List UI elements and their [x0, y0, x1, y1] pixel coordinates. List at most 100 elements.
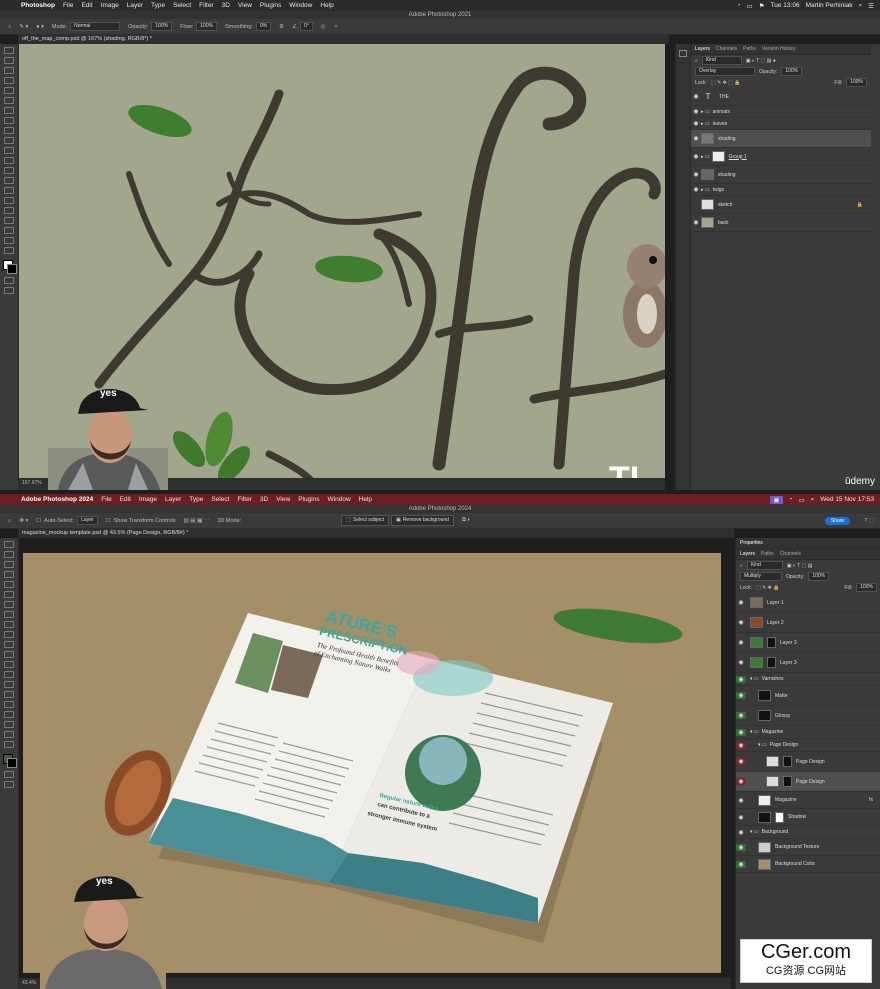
eraser-tool-icon[interactable]	[4, 651, 14, 658]
eye-icon[interactable]: ◉	[736, 758, 746, 765]
menu-select[interactable]: Select	[173, 2, 191, 9]
menu-filter[interactable]: Filter	[199, 2, 213, 9]
marquee-tool-icon[interactable]	[4, 551, 14, 558]
menu-plugins[interactable]: Plugins	[298, 496, 319, 503]
layer-opacity-field[interactable]: 100%	[808, 572, 830, 581]
pen-tool-icon[interactable]	[4, 691, 14, 698]
layer-row[interactable]: ◉ Background Texture	[736, 839, 880, 856]
layer-row[interactable]: ◉ Shadow	[736, 809, 880, 826]
search-icon[interactable]: ⌕	[859, 2, 863, 10]
history-brush-icon[interactable]	[4, 147, 14, 154]
magic-wand-tool-icon[interactable]	[4, 77, 14, 84]
brush-tool-icon[interactable]	[4, 621, 14, 628]
home-icon[interactable]: ⌂	[8, 518, 11, 524]
layer-group-row[interactable]: ◉ ▾ ▭ Magazine	[736, 726, 880, 739]
document-tab[interactable]: off_the_map_comp.psd @ 167% (shading, RG…	[18, 34, 669, 44]
screen-mode-icon[interactable]	[4, 781, 14, 788]
eyedropper-tool-icon[interactable]	[4, 107, 14, 114]
object-select-tool-icon[interactable]	[4, 571, 14, 578]
layer-row[interactable]: ◉ ▸ ▭ leaves	[691, 118, 871, 130]
filter-icons[interactable]: ▣ ◐ T ⬚ ▤	[787, 563, 813, 569]
select-subject-button[interactable]: ⬚ Select subject	[341, 515, 390, 526]
tab-layers[interactable]: Layers	[695, 46, 710, 52]
layer-row[interactable]: ◉ shading	[691, 166, 871, 184]
wifi-icon[interactable]: ◔	[737, 2, 741, 9]
quick-mask-icon[interactable]	[4, 277, 14, 284]
layer-row[interactable]: ◉ Matte	[736, 686, 880, 706]
tab-paths[interactable]: Paths	[761, 551, 774, 557]
menu-file[interactable]: File	[101, 496, 111, 503]
eye-icon[interactable]: ◉	[691, 219, 701, 226]
healing-tool-icon[interactable]	[4, 611, 14, 618]
share-button[interactable]: Share	[824, 516, 851, 525]
brush-tool-icon[interactable]	[4, 127, 14, 134]
screen-share-icon[interactable]: ▣	[770, 495, 783, 504]
clock[interactable]: Wed 15 Nov 17:53	[820, 496, 874, 503]
lasso-tool-icon[interactable]	[4, 67, 14, 74]
home-icon[interactable]: ⌂	[8, 24, 11, 30]
layer-fill-field[interactable]: 100%	[846, 78, 867, 87]
eye-icon[interactable]: ◉	[691, 153, 701, 160]
brush-size-icon[interactable]: ● ▾	[36, 24, 44, 30]
path-select-tool-icon[interactable]	[4, 711, 14, 718]
mode-select[interactable]: Normal	[70, 22, 121, 31]
layer-group-row[interactable]: ◉ ▾ ▭ Page Design	[736, 739, 880, 752]
eye-icon[interactable]: ◉	[736, 639, 746, 646]
zoom-status[interactable]: 167.67%	[22, 480, 42, 486]
layer-row-selected[interactable]: ◉ Page Design	[736, 772, 880, 792]
layer-row[interactable]: ◉ back	[691, 214, 871, 232]
stamp-tool-icon[interactable]	[4, 137, 14, 144]
filter-kind-select[interactable]: Kind	[701, 56, 742, 65]
shape-tool-icon[interactable]	[4, 721, 14, 728]
layer-row[interactable]: ◉ Glossy	[736, 706, 880, 726]
user-name[interactable]: Martin Perhiniak	[806, 2, 853, 9]
dodge-tool-icon[interactable]	[4, 187, 14, 194]
shape-tool-icon[interactable]	[4, 227, 14, 234]
menu-view[interactable]: View	[276, 496, 290, 503]
eye-icon[interactable]: ◉	[736, 728, 746, 736]
path-select-tool-icon[interactable]	[4, 217, 14, 224]
eye-icon[interactable]: ◉	[736, 778, 746, 785]
opacity-field[interactable]: 100%	[151, 22, 173, 31]
tab-channels[interactable]: Channels	[780, 551, 801, 557]
menu-edit[interactable]: Edit	[120, 496, 131, 503]
fx-icon[interactable]: fx	[869, 797, 873, 803]
remove-background-button[interactable]: ▣ Remove background	[391, 515, 454, 526]
crop-tool-icon[interactable]	[4, 581, 14, 588]
layer-group-row[interactable]: ◉ ▾ ▭ Background	[736, 826, 880, 839]
color-swatches[interactable]	[0, 754, 18, 768]
layer-group-row[interactable]: ◉ ▾ ▭ Varnishes	[736, 673, 880, 686]
frame-tool-icon[interactable]	[4, 591, 14, 598]
menu-image[interactable]: Image	[101, 2, 119, 9]
lasso-tool-icon[interactable]	[4, 561, 14, 568]
color-swatches[interactable]	[0, 260, 18, 274]
menu-app-name[interactable]: Photoshop	[21, 2, 55, 9]
eye-icon[interactable]: ◉	[736, 659, 746, 666]
zoom-tool-icon[interactable]	[4, 247, 14, 254]
menu-select[interactable]: Select	[211, 496, 229, 503]
layer-row[interactable]: ◉ Layer 1	[736, 593, 880, 613]
layer-fill-field[interactable]: 100%	[856, 583, 877, 592]
smoothing-field[interactable]: 0%	[255, 22, 272, 31]
menu-type[interactable]: Type	[151, 2, 165, 9]
properties-icon[interactable]	[679, 50, 687, 57]
eye-icon[interactable]: ◉	[736, 860, 746, 868]
blend-mode-select[interactable]: Multiply	[740, 572, 782, 581]
eye-icon[interactable]: ◉	[736, 741, 746, 749]
marquee-tool-icon[interactable]	[4, 57, 14, 64]
tab-channels[interactable]: Channels	[716, 46, 737, 52]
menu-file[interactable]: File	[63, 2, 73, 9]
eraser-tool-icon[interactable]	[4, 157, 14, 164]
layer-row[interactable]: ◉ Layer 3	[736, 633, 880, 653]
gradient-tool-icon[interactable]	[4, 661, 14, 668]
control-center-icon[interactable]: ☰	[868, 2, 874, 10]
clock[interactable]: Tue 13:06	[771, 2, 800, 9]
eye-icon[interactable]: ◉	[736, 712, 746, 719]
screen-mode-icon[interactable]	[4, 287, 14, 294]
layer-row[interactable]: ◉ T THE	[691, 88, 871, 106]
symmetry-icon[interactable]: ✧	[334, 24, 339, 30]
battery-icon[interactable]: ▭	[798, 496, 804, 504]
eye-icon[interactable]: ◉	[691, 135, 701, 142]
menu-3d[interactable]: 3D	[260, 496, 268, 503]
eye-icon[interactable]: ◉	[691, 108, 701, 115]
